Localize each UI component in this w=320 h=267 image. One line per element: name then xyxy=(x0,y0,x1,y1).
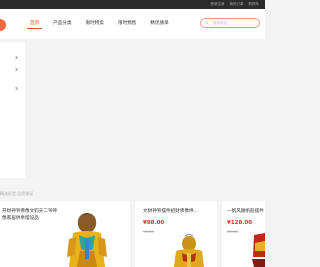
product-image-statue xyxy=(168,233,210,267)
search-placeholder: 搜索商品 xyxy=(213,21,228,25)
top-link-login[interactable]: 登录注册 xyxy=(211,0,225,9)
search-box[interactable]: 搜索商品 xyxy=(200,18,260,28)
nav-item-home[interactable]: 首页 xyxy=(27,19,43,29)
product-card[interactable]: 文财神爷摆件招财佛像供... ¥98.00 ¥0.00 xyxy=(135,201,217,267)
product-title: 文财神爷摆件招财佛像供... xyxy=(143,209,198,214)
product-card[interactable]: 一帆风顺帆船摆件 ¥128.00 ¥0.00 xyxy=(222,201,265,267)
product-price: ¥128.00 xyxy=(227,220,253,226)
nav-item-presale[interactable]: 限时预售 xyxy=(115,19,139,29)
product-image-statue xyxy=(63,209,111,267)
main-nav: 首页 产品分类 限时特卖 限时预售 精优质单 xyxy=(27,19,180,29)
chevron-right-icon[interactable] xyxy=(14,67,19,72)
chevron-right-icon[interactable] xyxy=(14,55,19,60)
product-price: ¥98.00 xyxy=(143,220,165,226)
nav-item-categories[interactable]: 产品分类 xyxy=(50,19,74,29)
top-link-cart[interactable]: 购物车 xyxy=(249,0,260,9)
product-card[interactable]: 开财神爷佛像文钧天二爷神 像家居供奉摆设品 xyxy=(0,201,130,267)
top-links: 登录注册 我的订单 购物车 xyxy=(211,0,260,9)
category-sidebar xyxy=(0,42,25,178)
section-hint: 精选好货 品质保证 xyxy=(0,191,34,196)
top-link-orders[interactable]: 我的订单 xyxy=(230,0,244,9)
product-image-ship xyxy=(252,231,265,267)
product-original-price: ¥0.00 xyxy=(227,229,238,234)
chevron-right-icon[interactable] xyxy=(14,86,19,91)
search-icon xyxy=(205,21,209,25)
top-bar: 登录注册 我的订单 购物车 xyxy=(0,0,265,9)
nav-item-featured[interactable]: 精优质单 xyxy=(147,19,171,29)
product-title: 开财神爷佛像文钧天二爷神 像家居供奉摆设品 xyxy=(2,209,58,221)
nav-item-flash-sale[interactable]: 限时特卖 xyxy=(83,19,107,29)
product-original-price: ¥0.00 xyxy=(143,229,154,234)
product-title: 一帆风顺帆船摆件 xyxy=(227,209,264,214)
